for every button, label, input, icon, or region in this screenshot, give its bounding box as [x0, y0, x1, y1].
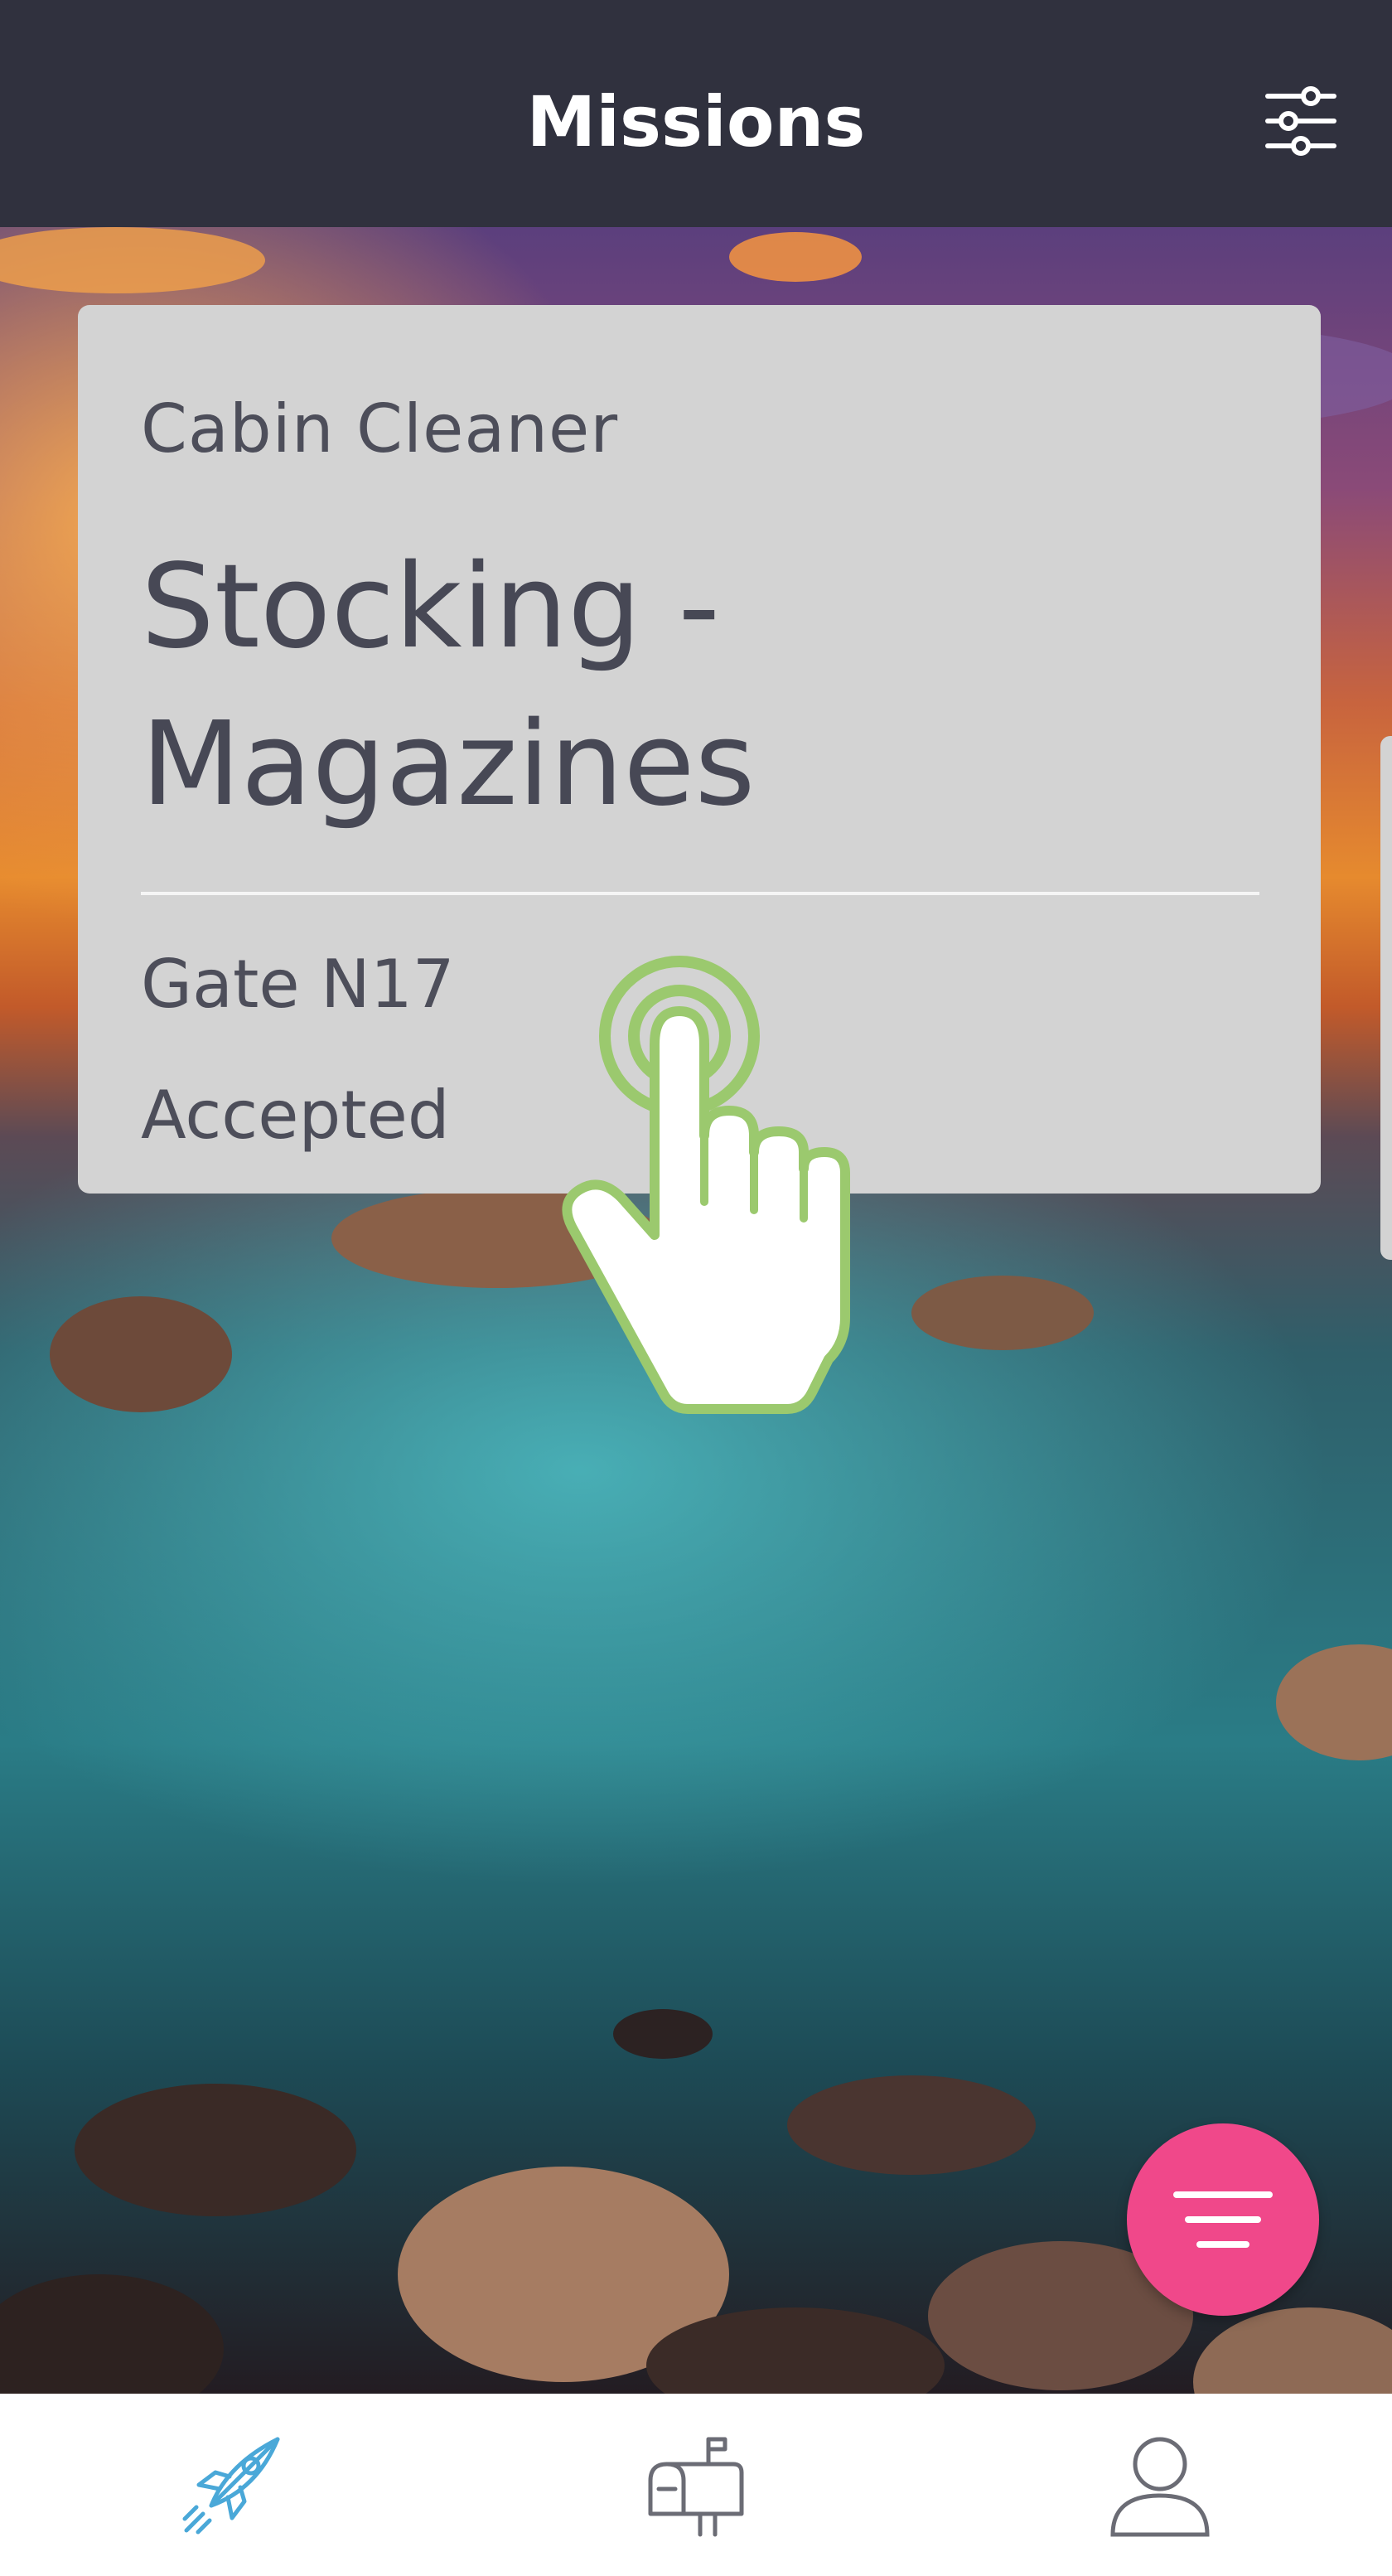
- page-title: Missions: [526, 81, 866, 162]
- bottom-navigation: [0, 2394, 1392, 2576]
- nav-item-missions[interactable]: [0, 2394, 464, 2576]
- app-screen: Missions Cabin Cleaner Stocking - Magazi…: [0, 0, 1392, 2576]
- user-icon: [1110, 2437, 1210, 2537]
- menu-lines-icon: [1173, 2191, 1273, 2248]
- mission-card[interactable]: Cabin Cleaner Stocking - Magazines Gate …: [78, 305, 1321, 1194]
- mission-role: Cabin Cleaner: [141, 390, 619, 467]
- card-divider: [141, 892, 1259, 895]
- next-card-peek[interactable]: [1380, 736, 1392, 1260]
- sliders-icon: [1265, 86, 1336, 156]
- menu-fab-button[interactable]: [1127, 2123, 1319, 2316]
- nav-item-inbox[interactable]: [464, 2394, 928, 2576]
- nav-item-profile[interactable]: [928, 2394, 1392, 2576]
- filter-button[interactable]: [1259, 80, 1342, 162]
- mission-title: Stocking - Magazines: [141, 540, 756, 832]
- mailbox-icon: [648, 2437, 744, 2537]
- header-bar: Missions: [0, 0, 1392, 227]
- mission-status: Accepted: [141, 1077, 450, 1154]
- rocket-icon: [182, 2437, 280, 2535]
- mission-location: Gate N17: [141, 946, 455, 1023]
